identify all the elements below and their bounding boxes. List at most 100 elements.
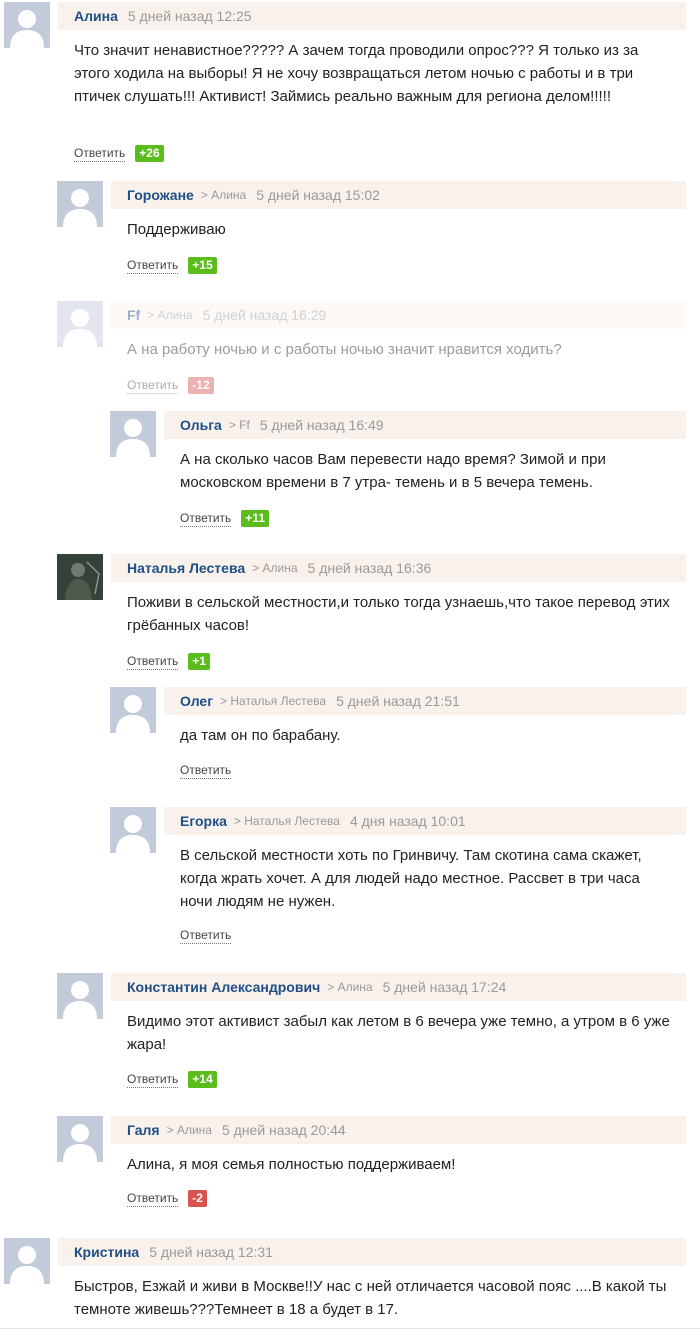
avatar[interactable] [57,554,103,600]
comment-header: Ff > Алина 5 дней назад 16:29 [111,301,686,329]
reply-button[interactable]: Ответить [127,654,179,670]
comment-actions: Ответить [180,763,232,779]
comment: Олег > Наталья Лестева 5 дней назад 21:5… [110,687,686,787]
comment-text: да там он по барабану. [180,727,341,744]
comment-date: 5 дней назад 17:24 [382,979,507,995]
comment-text: Видимо этот активист забыл как летом в 6… [127,1013,670,1053]
comment-text: А на работу ночью и с работы ночью значи… [127,341,562,358]
avatar[interactable] [110,687,156,733]
comment: Егорка > Наталья Лестева 4 дня назад 10:… [110,807,686,957]
author-name[interactable]: Олег [180,693,213,709]
author-name[interactable]: Ff [127,307,140,323]
comment-text: Что значит ненавистное????? А зачем тогд… [74,42,639,105]
user-silhouette-icon [110,411,156,457]
user-silhouette-icon [57,1116,103,1162]
comment: Алина 5 дней назад 12:25 Что значит нена… [4,2,686,172]
comment-text: Алина, я моя семья полностью поддерживае… [127,1156,456,1173]
comment-header: Алина 5 дней назад 12:25 [58,2,686,30]
reply-button[interactable]: Ответить [180,511,232,527]
comment-header: Константин Александрович > Алина 5 дней … [111,973,686,1001]
comment-date: 5 дней назад 12:31 [149,1244,273,1260]
reply-to[interactable]: > Алина [252,561,297,575]
comment: Галя > Алина 5 дней назад 20:44 Алина, я… [57,1116,686,1216]
author-name[interactable]: Кристина [74,1244,139,1260]
comment: Константин Александрович > Алина 5 дней … [57,973,686,1093]
user-silhouette-icon [57,973,103,1019]
user-silhouette-icon [110,807,156,853]
comment-actions: Ответить -12 [127,377,214,394]
comment-actions: Ответить +15 [127,257,217,274]
comment-actions: Ответить -2 [127,1190,207,1207]
author-name[interactable]: Ольга [180,417,222,433]
avatar[interactable] [57,181,103,227]
comment-thread: Алина 5 дней назад 12:25 Что значит нена… [0,0,700,1331]
reply-button[interactable]: Ответить [127,378,179,394]
profile-photo-icon [57,554,103,600]
comment: Наталья Лестева > Алина 5 дней назад 16:… [57,554,686,674]
comment-actions: Ответить +11 [180,510,269,527]
comment-date: 5 дней назад 16:36 [307,560,432,576]
comment-header: Наталья Лестева > Алина 5 дней назад 16:… [111,554,686,582]
reply-to[interactable]: > Алина [201,188,246,202]
avatar[interactable] [57,301,103,347]
comment-date: 5 дней назад 16:29 [202,307,327,323]
comment-text: А на сколько часов Вам перевести надо вр… [180,451,606,491]
user-silhouette-icon [4,2,50,48]
comment-header: Кристина 5 дней назад 12:31 [58,1238,686,1266]
divider [0,1328,700,1329]
avatar[interactable] [57,1116,103,1162]
author-name[interactable]: Алина [74,8,118,24]
rating-badge: +11 [241,510,269,527]
comment-header: Ольга > Ff 5 дней назад 16:49 [164,411,686,439]
reply-button[interactable]: Ответить [127,258,179,274]
comment-date: 4 дня назад 10:01 [349,813,466,829]
avatar[interactable] [110,807,156,853]
comment-date: 5 дней назад 21:51 [336,693,460,709]
reply-button[interactable]: Ответить [127,1072,179,1088]
avatar[interactable] [4,2,50,48]
avatar[interactable] [110,411,156,457]
comment-text: Поживи в сельской местности,и только тог… [127,594,670,634]
avatar[interactable] [57,973,103,1019]
comment-text: В сельской местности хоть по Гринвичу. Т… [180,847,642,910]
reply-to[interactable]: > Алина [147,308,192,322]
reply-button[interactable]: Ответить [180,763,232,779]
reply-button[interactable]: Ответить [180,928,232,944]
rating-badge: -12 [188,377,214,394]
rating-badge: +1 [188,653,210,670]
user-silhouette-icon [110,687,156,733]
reply-button[interactable]: Ответить [74,146,126,162]
rating-badge: +15 [188,257,217,274]
avatar[interactable] [4,1238,50,1284]
reply-to[interactable]: > Ff [229,418,250,432]
reply-button[interactable]: Ответить [127,1191,179,1207]
comment-date: 5 дней назад 12:25 [127,8,252,24]
comment-text: Поддерживаю [127,221,226,238]
comment-header: Егорка > Наталья Лестева 4 дня назад 10:… [164,807,686,835]
reply-to[interactable]: > Наталья Лестева [220,694,326,708]
reply-to[interactable]: > Наталья Лестева [234,814,340,828]
author-name[interactable]: Егорка [180,813,227,829]
comment-header: Горожане > Алина 5 дней назад 15:02 [111,181,686,209]
comment: Ff > Алина 5 дней назад 16:29 А на работ… [57,301,686,401]
comment-header: Галя > Алина 5 дней назад 20:44 [111,1116,686,1144]
comment-header: Олег > Наталья Лестева 5 дней назад 21:5… [164,687,686,715]
comment: Кристина 5 дней назад 12:31 Быстров, Езж… [4,1238,686,1328]
author-name[interactable]: Галя [127,1122,160,1138]
author-name[interactable]: Горожане [127,187,194,203]
reply-to[interactable]: > Алина [327,980,372,994]
author-name[interactable]: Наталья Лестева [127,560,245,576]
reply-to[interactable]: > Алина [167,1123,212,1137]
author-name[interactable]: Константин Александрович [127,979,320,995]
comment-text: Быстров, Езжай и живи в Москве!!У нас с … [74,1278,667,1318]
comment-date: 5 дней назад 16:49 [259,417,384,433]
comment-actions: Ответить +26 [74,145,164,162]
comment: Горожане > Алина 5 дней назад 15:02 Подд… [57,181,686,291]
comment-date: 5 дней назад 20:44 [221,1122,346,1138]
user-silhouette-icon [57,181,103,227]
rating-badge: +14 [188,1071,217,1088]
user-silhouette-icon [57,301,103,347]
comment-actions: Ответить [180,928,232,944]
comment-actions: Ответить +14 [127,1071,217,1088]
comment-date: 5 дней назад 15:02 [256,187,380,203]
